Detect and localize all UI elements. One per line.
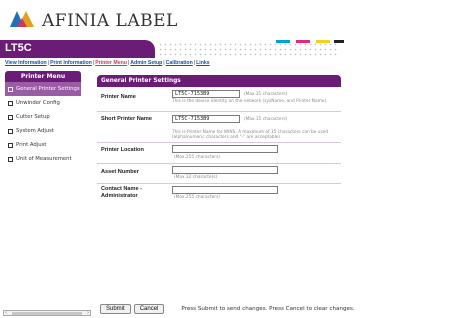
scrollbar-thumb[interactable] [12,312,82,315]
stripe-cyan [276,40,290,43]
nav-view-information[interactable]: View Information [5,60,47,66]
footer-message: Press Submit to send changes. Press Canc… [181,306,355,312]
stripe-black [334,40,344,43]
short-name-description: This is Printer Name for WINS. A maximum… [172,130,329,140]
logo-text: AFINIA LABEL [42,11,178,31]
bullet-icon [8,142,13,148]
cancel-button[interactable]: Cancel [133,304,165,314]
bullet-icon [8,128,13,134]
short-name-input[interactable]: LT5C-7153B9 [172,115,240,123]
model-banner: LT5C [0,40,460,58]
printer-name-label: Printer Name [101,94,136,100]
model-title: LT5C [5,42,32,54]
bullet-icon [8,86,13,92]
printer-name-input[interactable]: LT5C-7153B9 [172,90,240,98]
sidebar-title: Printer Menu [5,71,81,82]
panel-title: General Printer Settings [97,75,341,87]
asset-number-row: Asset Number (Max.32 characters) [97,164,341,184]
top-nav: View Information|Print Information|Print… [5,60,210,66]
contact-name-max: (Max.255 characters) [174,195,220,200]
sidebar-item-unwinder-config[interactable]: Unwinder Config [5,96,81,110]
sidebar-item-label: Unwinder Config [16,100,60,106]
submit-button[interactable]: Submit [100,304,131,314]
printer-name-description: This is the device identity on the netwo… [172,99,328,104]
printer-location-row: Printer Location (Max.255 characters) [97,143,341,164]
nav-links[interactable]: Links [196,60,210,66]
nav-printer-menu[interactable]: Printer Menu [95,60,127,66]
printer-name-row: Printer Name LT5C-7153B9 (Max.31 charact… [97,87,341,112]
bullet-icon [8,100,13,106]
sidebar-item-label: General Printer Settings [16,86,80,92]
nav-admin-setup[interactable]: Admin Setup [130,60,162,66]
sidebar-item-system-adjust[interactable]: System Adjust [5,124,81,138]
settings-panel: General Printer Settings Printer Name LT… [97,75,341,203]
printer-location-label: Printer Location [101,147,144,153]
asset-number-label: Asset Number [101,169,139,175]
footer-bar: Submit Cancel Press Submit to send chang… [100,304,355,314]
bullet-icon [8,114,13,120]
stripe-magenta [296,40,310,43]
contact-name-label: Contact Name - Administrator [101,186,143,199]
nav-calibration[interactable]: Calibration [166,60,193,66]
short-name-label: Short Printer Name [101,116,152,122]
nav-print-information[interactable]: Print Information [50,60,92,66]
sidebar-item-general-printer-settings[interactable]: General Printer Settings [5,82,81,96]
sidebar-item-cutter-setup[interactable]: Cutter Setup [5,110,81,124]
horizontal-scrollbar[interactable]: ‹ › [3,310,91,316]
sidebar-item-label: Unit of Measurement [16,156,72,162]
printer-name-max: (Max.31 characters) [244,92,288,97]
sidebar-item-print-adjust[interactable]: Print Adjust [5,138,81,152]
model-banner-bar: LT5C [0,40,155,58]
printer-location-input[interactable] [172,145,278,153]
afinia-logo-icon [10,11,34,27]
short-name-max: (Max.15 characters) [244,117,288,122]
contact-name-row: Contact Name - Administrator (Max.255 ch… [97,184,341,203]
sidebar: Printer Menu General Printer Settings Un… [5,71,81,166]
sidebar-item-label: Cutter Setup [16,114,50,120]
header: AFINIA LABEL [0,0,460,40]
scroll-right-icon[interactable]: › [87,310,89,316]
scroll-left-icon[interactable]: ‹ [5,310,7,316]
sidebar-item-label: Print Adjust [16,142,47,148]
sidebar-item-unit-of-measurement[interactable]: Unit of Measurement [5,152,81,166]
stripe-yellow [316,40,330,43]
bullet-icon [8,156,13,162]
contact-name-input[interactable] [172,186,278,194]
short-name-row: Short Printer Name LT5C-7153B9 (Max.15 c… [97,112,341,143]
printer-location-max: (Max.255 characters) [174,155,220,160]
asset-number-max: (Max.32 characters) [174,175,218,180]
banner-dot-pattern [158,42,338,56]
asset-number-input[interactable] [172,166,278,174]
sidebar-item-label: System Adjust [16,128,54,134]
